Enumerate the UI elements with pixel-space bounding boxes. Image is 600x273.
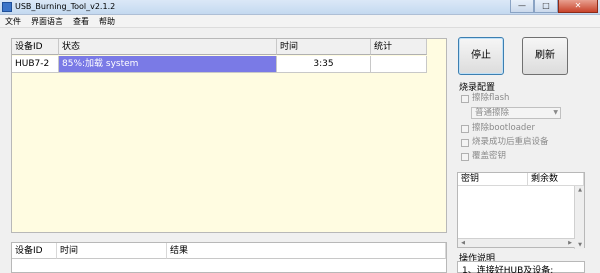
horizontal-scrollbar[interactable]: ◀ ▶ bbox=[458, 238, 575, 247]
scroll-down-icon[interactable]: ▼ bbox=[575, 242, 585, 248]
key-list[interactable]: 密钥 剩余数 ▲ ▼ ◀ ▶ bbox=[457, 172, 585, 249]
log-header-result[interactable]: 结果 bbox=[167, 243, 446, 259]
menu-file[interactable]: 文件 bbox=[0, 15, 26, 27]
erase-bootloader-option[interactable]: 擦除bootloader bbox=[461, 123, 535, 134]
scroll-up-icon[interactable]: ▲ bbox=[575, 187, 585, 193]
column-header-device-id[interactable]: 设备ID bbox=[12, 39, 59, 55]
stop-button[interactable]: 停止 bbox=[458, 37, 504, 75]
burn-config-title: 烧录配置 bbox=[459, 83, 496, 93]
overwrite-key-checkbox[interactable] bbox=[461, 152, 469, 161]
log-header-device-id[interactable]: 设备ID bbox=[12, 243, 57, 259]
time-cell: 3:35 bbox=[277, 56, 371, 73]
menu-language[interactable]: 界面语言 bbox=[26, 15, 68, 27]
scroll-left-icon[interactable]: ◀ bbox=[458, 240, 468, 246]
erase-mode-select[interactable]: 普通擦除 ▼ bbox=[471, 107, 561, 119]
chevron-down-icon: ▼ bbox=[553, 109, 558, 116]
reboot-after-option[interactable]: 烧录成功后重启设备 bbox=[461, 137, 549, 148]
menu-view[interactable]: 查看 bbox=[68, 15, 94, 27]
count-cell bbox=[371, 56, 427, 73]
menu-help[interactable]: 帮助 bbox=[94, 15, 120, 27]
erase-bootloader-checkbox[interactable] bbox=[461, 124, 469, 133]
vertical-scrollbar[interactable]: ▲ ▼ bbox=[574, 186, 584, 249]
overwrite-key-option[interactable]: 覆盖密钥 bbox=[461, 151, 506, 162]
key-header[interactable]: 密钥 bbox=[458, 173, 528, 186]
column-header-count[interactable]: 统计 bbox=[371, 39, 427, 55]
instruction-step-1: 1、连接好HUB及设备; bbox=[462, 266, 554, 273]
reboot-after-checkbox[interactable] bbox=[461, 138, 469, 147]
erase-mode-value: 普通擦除 bbox=[475, 108, 510, 118]
refresh-button[interactable]: 刷新 bbox=[522, 37, 568, 75]
window-title: USB_Burning_Tool_v2.1.2 bbox=[15, 2, 116, 11]
scroll-right-icon[interactable]: ▶ bbox=[565, 240, 575, 246]
minimize-icon[interactable]: — bbox=[510, 0, 534, 13]
title-bar: USB_Burning_Tool_v2.1.2 — □ ✕ bbox=[0, 0, 600, 15]
instructions-box: 1、连接好HUB及设备; bbox=[457, 261, 585, 273]
remaining-header[interactable]: 剩余数 bbox=[528, 173, 584, 186]
app-icon bbox=[2, 2, 12, 12]
maximize-icon[interactable]: □ bbox=[534, 0, 558, 13]
overwrite-key-label: 覆盖密钥 bbox=[472, 151, 507, 161]
erase-flash-option[interactable]: 擦除flash bbox=[461, 93, 509, 104]
menu-bar: 文件 界面语言 查看 帮助 bbox=[0, 15, 600, 28]
device-id-cell[interactable]: HUB7-2 bbox=[12, 56, 59, 73]
result-log-table: 设备ID 时间 结果 bbox=[11, 242, 447, 273]
close-icon[interactable]: ✕ bbox=[558, 0, 598, 13]
column-header-status[interactable]: 状态 bbox=[59, 39, 277, 55]
window-controls: — □ ✕ bbox=[510, 0, 598, 14]
erase-flash-checkbox[interactable] bbox=[461, 94, 469, 103]
erase-bootloader-label: 擦除bootloader bbox=[472, 123, 536, 133]
log-header-time[interactable]: 时间 bbox=[57, 243, 167, 259]
status-progress-cell: 85%:加载 system bbox=[59, 56, 277, 73]
reboot-after-label: 烧录成功后重启设备 bbox=[472, 137, 549, 147]
device-list: 设备ID 状态 时间 统计 HUB7-2 85%:加载 system 3:35 bbox=[11, 38, 447, 233]
column-header-time[interactable]: 时间 bbox=[277, 39, 371, 55]
erase-flash-label: 擦除flash bbox=[472, 93, 510, 103]
